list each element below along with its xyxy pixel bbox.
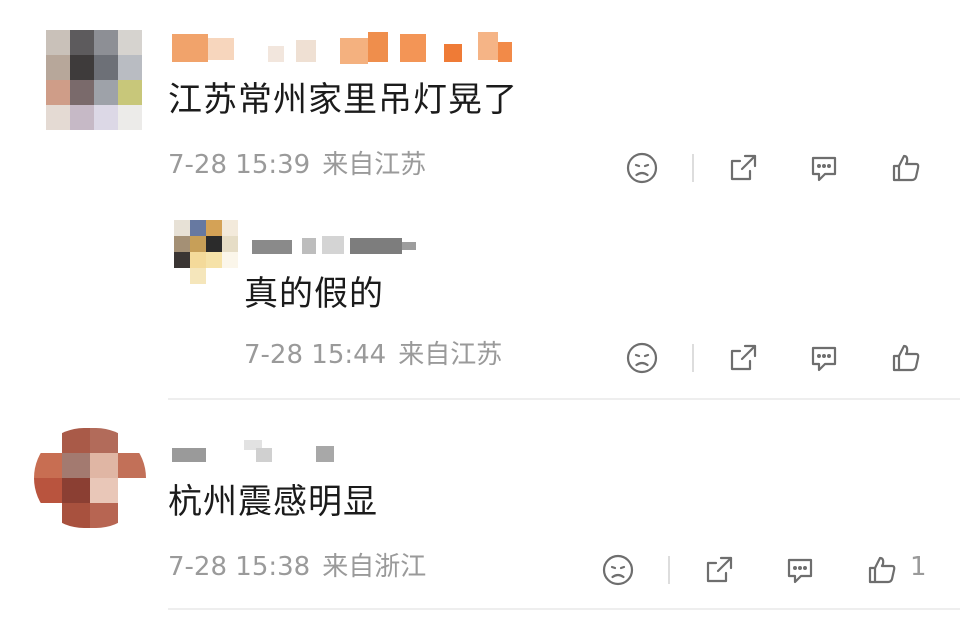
comment-text: 江苏常州家里吊灯晃了 — [168, 80, 518, 120]
like-count: 1 — [910, 552, 927, 582]
comment-icon[interactable] — [804, 338, 844, 378]
avatar[interactable] — [34, 428, 146, 528]
reply-avatar[interactable] — [174, 220, 238, 284]
username[interactable] — [172, 440, 342, 472]
avatar[interactable] — [46, 30, 142, 130]
comment-text: 杭州震感明显 — [168, 482, 378, 522]
reply-text: 真的假的 — [244, 274, 384, 314]
sad-face-icon[interactable] — [598, 550, 638, 590]
comment-date: 7-28 15:39 — [168, 150, 311, 180]
share-icon[interactable] — [723, 338, 763, 378]
comment-meta: 7-28 15:38 来自浙江 — [168, 552, 426, 583]
comment-location: 来自浙江 — [322, 552, 427, 582]
reply-action-bar — [622, 338, 942, 378]
reply-date: 7-28 15:44 — [244, 340, 387, 370]
comment-icon[interactable] — [780, 550, 820, 590]
comment-icon[interactable] — [804, 148, 844, 188]
comment-list: 江苏常州家里吊灯晃了 7-28 15:39 来自江苏 真的假的 7-28 15:… — [0, 0, 960, 621]
comment-item: 江苏常州家里吊灯晃了 7-28 15:39 来自江苏 真的假的 7-28 15:… — [0, 0, 960, 400]
action-bar — [622, 148, 942, 188]
sad-face-icon[interactable] — [622, 338, 662, 378]
divider — [168, 608, 960, 610]
share-icon[interactable] — [723, 148, 763, 188]
share-icon[interactable] — [699, 550, 739, 590]
sad-face-icon[interactable] — [622, 148, 662, 188]
comment-item: 杭州震感明显 7-28 15:38 来自浙江 1 — [0, 400, 960, 621]
thumbs-up-icon[interactable] — [886, 148, 926, 188]
comment-date: 7-28 15:38 — [168, 552, 311, 582]
action-separator — [668, 556, 670, 584]
thumbs-up-icon[interactable] — [862, 550, 902, 590]
reply-username[interactable] — [252, 232, 417, 264]
comment-meta: 7-28 15:39 来自江苏 — [168, 150, 426, 181]
action-bar: 1 — [598, 550, 948, 590]
reply-location: 来自江苏 — [398, 340, 503, 370]
action-separator — [692, 154, 694, 182]
thumbs-up-icon[interactable] — [886, 338, 926, 378]
reply-meta: 7-28 15:44 来自江苏 — [244, 340, 502, 371]
username[interactable] — [172, 32, 517, 64]
comment-location: 来自江苏 — [322, 150, 427, 180]
action-separator — [692, 344, 694, 372]
